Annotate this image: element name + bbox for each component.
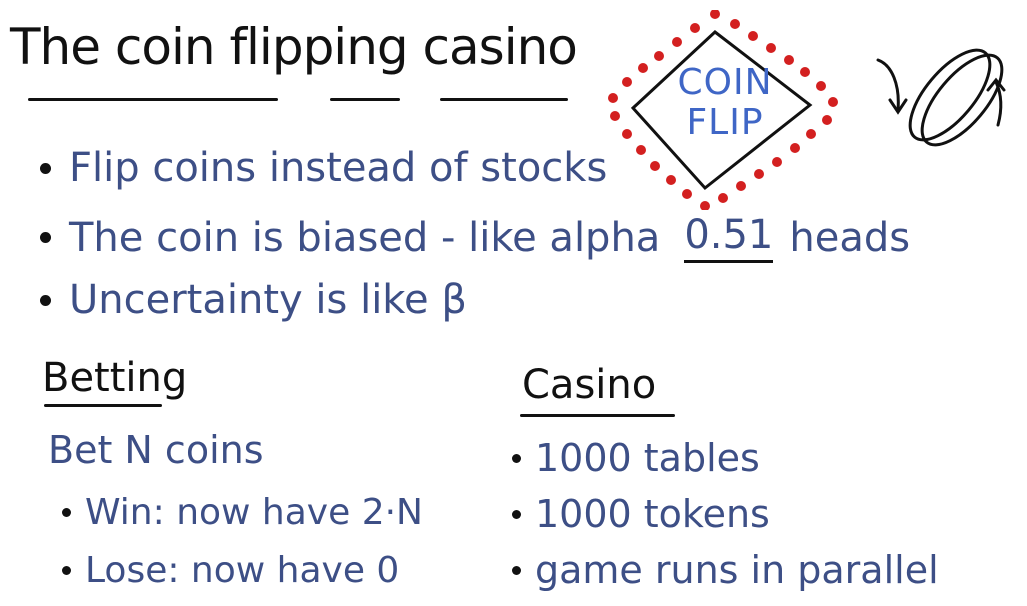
emblem-line-coin: COIN: [677, 62, 773, 103]
bullet-text: Flip coins instead of stocks: [69, 145, 608, 191]
bullet-text: Uncertainty is like β: [69, 277, 467, 323]
bullet-dot: [512, 453, 521, 463]
betting-item-text: Win: now have 2·N: [85, 492, 423, 533]
bullet-dot: [40, 232, 51, 243]
bullet-dot: [62, 508, 71, 517]
bullet-item: Flip coins instead of stocks: [40, 145, 607, 191]
title-underline: [330, 98, 400, 101]
bullet-dot: [512, 509, 521, 519]
bias-value: 0.51: [684, 212, 774, 263]
casino-item-text: 1000 tokens: [535, 492, 770, 536]
bullet-dot: [512, 565, 521, 575]
casino-item: 1000 tokens: [512, 492, 770, 536]
casino-item-text: 1000 tables: [535, 436, 760, 480]
betting-item: Win: now have 2·N: [62, 492, 423, 533]
casino-item: 1000 tables: [512, 436, 760, 480]
casino-heading: Casino: [522, 362, 657, 408]
betting-intro: Bet N coins: [48, 428, 264, 472]
bullet-dot: [40, 294, 51, 306]
page-title: The coin flipping casino: [10, 18, 578, 76]
title-underline: [440, 98, 568, 101]
bias-suffix: heads: [789, 214, 911, 261]
casino-underline: [520, 414, 675, 417]
bullet-text: The coin is biased - like alpha: [69, 214, 661, 261]
emblem-line-flip: FLIP: [686, 102, 764, 143]
whiteboard: The coin flipping casino COIN FLIP Flip …: [0, 0, 1027, 606]
title-underline: [28, 98, 278, 101]
bullet-dot: [40, 162, 51, 174]
bullet-item: The coin is biased - like alpha 0.51 hea…: [40, 212, 910, 263]
betting-heading: Betting: [42, 355, 188, 401]
spinning-coin-icon: [876, 48, 1006, 147]
casino-item-text: game runs in parallel: [535, 548, 939, 592]
bullet-dot: [62, 566, 71, 575]
casino-item: game runs in parallel: [512, 548, 939, 592]
betting-item: Lose: now have 0: [62, 550, 399, 591]
betting-item-text: Lose: now have 0: [85, 550, 400, 591]
bullet-item: Uncertainty is like β: [40, 277, 467, 323]
betting-underline: [44, 404, 162, 407]
coin-flip-emblem: COIN FLIP: [605, 9, 845, 211]
